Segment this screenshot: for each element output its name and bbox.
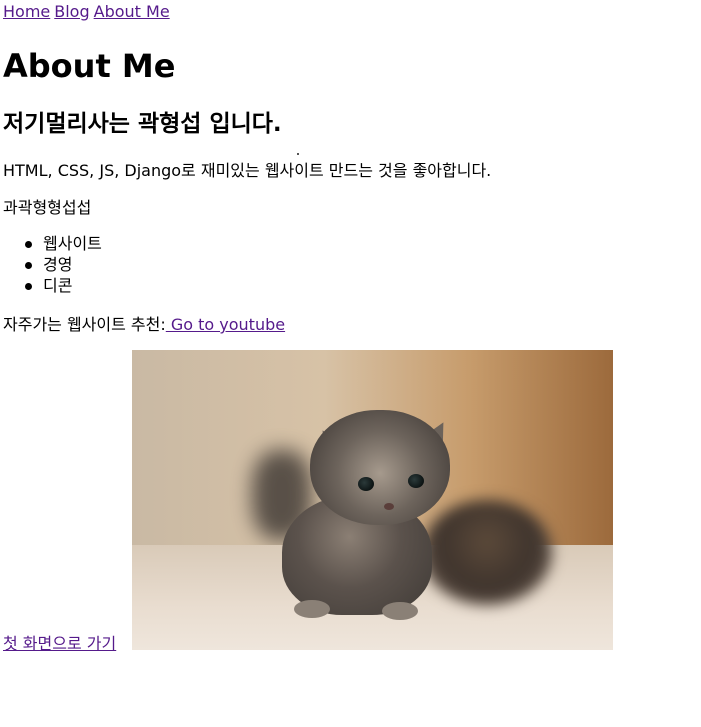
list-item-label: 웹사이트 xyxy=(43,234,102,253)
bullet-icon xyxy=(25,262,32,269)
page-title: About Me xyxy=(3,47,176,85)
youtube-link[interactable]: Go to youtube xyxy=(166,315,285,334)
list-item: 경영 xyxy=(3,254,102,275)
nav-about-link[interactable]: About Me xyxy=(94,2,170,21)
list-item: 디콘 xyxy=(3,275,102,296)
kitten-head xyxy=(310,410,450,525)
interest-list: 웹사이트 경영 디콘 xyxy=(3,233,102,296)
misc-text: 과곽형형섭섭 xyxy=(3,198,92,217)
top-nav: Home Blog About Me xyxy=(3,2,174,22)
intro-text: HTML, CSS, JS, Django로 재미있는 웹사이트 만드는 것을 … xyxy=(3,161,492,180)
kitten-left-eye xyxy=(358,477,374,491)
kitten-left-paw xyxy=(294,600,330,618)
bullet-icon xyxy=(25,283,32,290)
bullet-icon xyxy=(25,241,32,248)
kitten-right-paw xyxy=(382,602,418,620)
kitten-photo xyxy=(132,350,613,650)
list-item: 웹사이트 xyxy=(3,233,102,254)
recommend-label: 자주가는 웹사이트 추천: xyxy=(3,315,166,334)
nav-blog-link[interactable]: Blog xyxy=(54,2,89,21)
recommend-line: 자주가는 웹사이트 추천: Go to youtube xyxy=(3,314,285,336)
list-item-label: 디콘 xyxy=(43,276,73,295)
back-home-link[interactable]: 첫 화면으로 가기 xyxy=(3,633,116,655)
list-item-label: 경영 xyxy=(43,255,73,274)
stray-dot xyxy=(297,153,299,155)
kitten-nose xyxy=(384,503,394,510)
kitten-right-eye xyxy=(408,474,424,488)
nav-home-link[interactable]: Home xyxy=(3,2,50,21)
background-kitten xyxy=(422,500,552,605)
page-subtitle: 저기멀리사는 곽형섭 입니다. xyxy=(3,111,282,137)
